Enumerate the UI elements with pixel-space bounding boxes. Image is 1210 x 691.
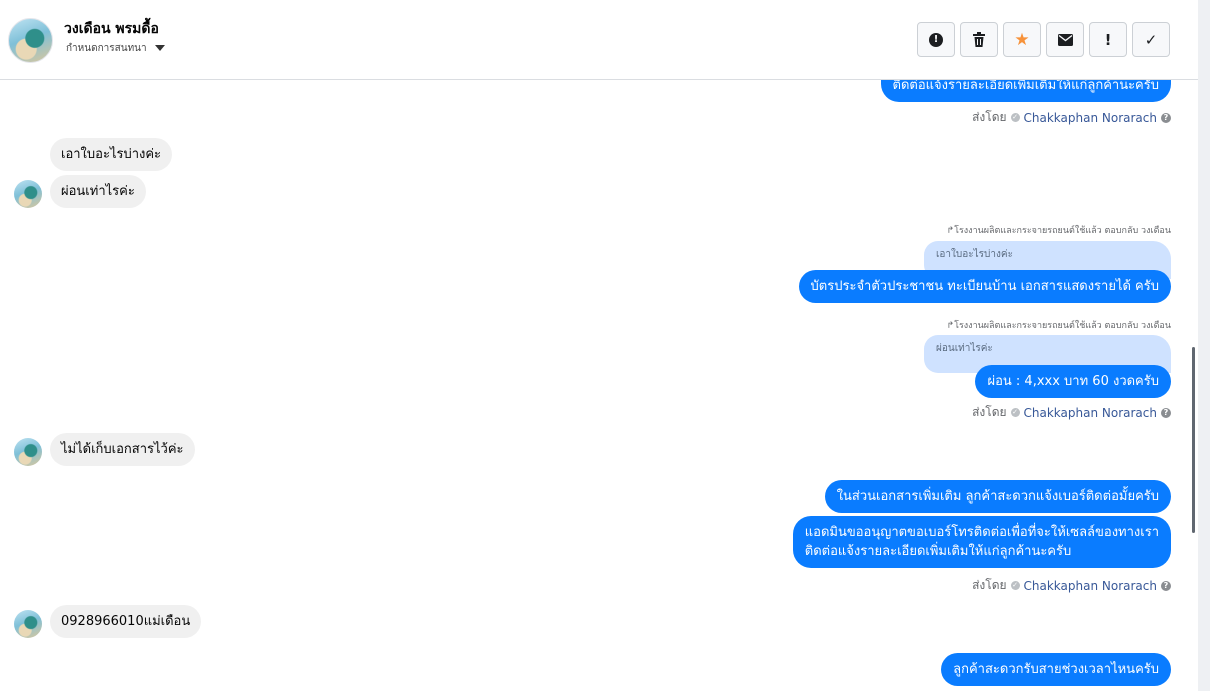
exclamation-icon: ! [1104, 30, 1112, 49]
message-text: บัตรประจำตัวประชาชน ทะเบียนบ้าน เอกสารแส… [810, 279, 1159, 294]
caret-down-icon [154, 45, 165, 51]
page-icon: ✓ [1010, 408, 1020, 417]
sender-name[interactable]: Chakkaphan Norarach [1024, 579, 1157, 593]
message-thread: ติดต่อแจ้งรายละเอียดเพิ่มเติมให้แก่ลูกค้… [0, 0, 1198, 691]
message-text: เอาใบอะไรบ่างค่ะ [61, 147, 162, 162]
report-button[interactable]: ! [917, 22, 955, 57]
page-icon: ✓ [1010, 581, 1020, 590]
trash-icon [973, 32, 985, 47]
message-text: ติดต่อแจ้งรายละเอียดเพิ่มเติมให้แก่ลูกค้… [804, 544, 1072, 559]
message-text: ติดต่อแจ้งรายละเอียดเพิ่มเติมให้แก่ลูกค้… [892, 78, 1159, 93]
mark-important-button[interactable]: ! [1089, 22, 1127, 57]
message-text: ผ่อนเท่าไรค่ะ [61, 184, 135, 199]
message-text: ลูกค้าสะดวกรับสายช่วงเวลาไหนครับ [953, 662, 1159, 677]
reply-icon: ↱ [946, 226, 955, 236]
scrollbar-track[interactable] [1198, 0, 1210, 691]
help-icon[interactable]: ? [1161, 407, 1171, 418]
toolbar: ! ★ ! ✓ [917, 22, 1170, 57]
sent-by-row: ส่งโดย ✓ Chakkaphan Norarach ? [972, 108, 1171, 127]
outgoing-message[interactable]: แอดมินขออนุญาตขอเบอร์โทรติดต่อเพื่อที่จะ… [792, 516, 1171, 568]
mail-icon [1057, 33, 1073, 46]
conversation-menu-label: กำหนดการสนทนา [66, 42, 147, 54]
incoming-message[interactable]: ผ่อนเท่าไรค่ะ [50, 175, 146, 208]
sent-by-label: ส่งโดย [972, 110, 1007, 124]
sender-name[interactable]: Chakkaphan Norarach [1024, 406, 1157, 420]
check-icon: ✓ [1144, 30, 1158, 49]
reply-note: ↱โรงงานผลิตและกระจายรถยนต์ใช้แล้ว ตอบกลั… [946, 321, 1171, 331]
sender-name[interactable]: Chakkaphan Norarach [1024, 111, 1157, 125]
message-text: ในส่วนเอกสารเพิ่มเติม ลูกค้าสะดวกแจ้งเบอ… [836, 489, 1159, 504]
incoming-message[interactable]: เอาใบอะไรบ่างค่ะ [50, 138, 173, 171]
sent-by-label: ส่งโดย [972, 578, 1007, 592]
outgoing-message[interactable]: ในส่วนเอกสารเพิ่มเติม ลูกค้าสะดวกแจ้งเบอ… [824, 480, 1171, 513]
outgoing-message[interactable]: บัตรประจำตัวประชาชน ทะเบียนบ้าน เอกสารแส… [798, 270, 1171, 303]
contact-name[interactable]: วงเดือน พรมดื้อ [64, 18, 159, 40]
outgoing-message[interactable]: ลูกค้าสะดวกรับสายช่วงเวลาไหนครับ [941, 653, 1171, 686]
help-icon[interactable]: ? [1161, 580, 1171, 591]
sent-by-row: ส่งโดย ✓ Chakkaphan Norarach ? [972, 403, 1171, 422]
avatar[interactable] [14, 438, 42, 466]
help-icon[interactable]: ? [1161, 112, 1171, 123]
incoming-message[interactable]: ไม่ได้เก็บเอกสารไว้ค่ะ [50, 433, 195, 466]
conversation-header: วงเดือน พรมดื้อ กำหนดการสนทนา ! ★ ! ✓ [0, 0, 1198, 80]
mail-button[interactable] [1046, 22, 1084, 57]
avatar[interactable] [14, 610, 42, 638]
star-icon: ★ [1014, 29, 1030, 50]
outgoing-message[interactable]: ผ่อน : 4,xxx บาท 60 งวดครับ [975, 365, 1171, 398]
star-button[interactable]: ★ [1003, 22, 1041, 57]
sent-by-label: ส่งโดย [972, 405, 1007, 419]
sent-by-row: ส่งโดย ✓ Chakkaphan Norarach ? [972, 576, 1171, 595]
message-text: แอดมินขออนุญาตขอเบอร์โทรติดต่อเพื่อที่จะ… [804, 525, 1159, 540]
conversation-menu[interactable]: กำหนดการสนทนา [66, 42, 165, 54]
incoming-message[interactable]: 0928966010แม่เดือน [50, 605, 202, 638]
message-text: 0928966010แม่เดือน [61, 614, 191, 629]
message-text: ไม่ได้เก็บเอกสารไว้ค่ะ [61, 442, 184, 457]
contact-avatar[interactable] [8, 18, 53, 63]
reply-note: ↱โรงงานผลิตและกระจายรถยนต์ใช้แล้ว ตอบกลั… [946, 226, 1171, 236]
scrollbar-thumb[interactable] [1192, 347, 1195, 533]
reply-icon: ↱ [946, 321, 955, 331]
avatar[interactable] [14, 180, 42, 208]
page-icon: ✓ [1010, 113, 1020, 122]
mark-done-button[interactable]: ✓ [1132, 22, 1170, 57]
report-icon: ! [929, 32, 943, 47]
message-text: ผ่อน : 4,xxx บาท 60 งวดครับ [987, 374, 1159, 389]
delete-button[interactable] [960, 22, 998, 57]
